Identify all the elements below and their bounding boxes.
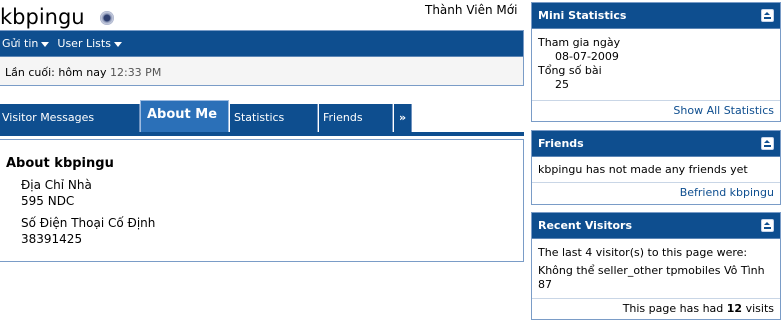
friends-empty-message: kbpingu has not made any friends yet	[538, 163, 748, 176]
field-label: Địa Chỉ Nhà	[21, 178, 92, 192]
recent-visitors-block: Recent Visitors The last 4 visitor(s) to…	[531, 212, 781, 320]
mini-statistics-block: Mini Statistics Tham gia ngày 08-07-2009…	[531, 2, 781, 122]
tab-statistics[interactable]: Statistics	[230, 104, 318, 132]
chevron-down-icon	[41, 41, 50, 47]
friends-header: Friends	[532, 131, 780, 157]
send-message-menu[interactable]: Gửi tin	[2, 37, 50, 50]
tab-divider	[0, 132, 524, 136]
visitor-link[interactable]: Không thể	[538, 264, 594, 277]
profile-field: Số Điện Thoại Cố Định 38391425	[21, 215, 523, 247]
recent-visitors-intro: The last 4 visitor(s) to this page were:	[538, 246, 748, 259]
last-activity-time: 12:33 PM	[109, 66, 162, 79]
last-activity: Lần cuối: hôm nay 12:33 PM	[0, 57, 523, 79]
mini-statistics-title: Mini Statistics	[538, 9, 627, 22]
visit-count-prefix: This page has had	[622, 302, 724, 315]
recent-visitors-body: The last 4 visitor(s) to this page were:…	[532, 239, 780, 298]
visit-count: This page has had 12 visits	[532, 298, 780, 319]
total-posts-label: Tổng số bài	[538, 64, 602, 77]
visit-count-suffix: visits	[745, 302, 774, 315]
profile-username: kbpingu	[0, 5, 85, 29]
tab-friends[interactable]: Friends	[319, 104, 393, 132]
field-label: Số Điện Thoại Cố Định	[21, 216, 156, 230]
visitor-link[interactable]: seller_other	[598, 264, 663, 277]
show-all-statistics-link[interactable]: Show All Statistics	[532, 100, 780, 121]
visitor-link[interactable]: tpmobiles	[666, 264, 720, 277]
user-lists-menu[interactable]: User Lists	[57, 37, 122, 50]
recent-visitors-title: Recent Visitors	[538, 219, 633, 232]
join-date-label: Tham gia ngày	[538, 36, 621, 49]
friends-title: Friends	[538, 137, 584, 150]
send-message-label: Gửi tin	[2, 37, 39, 50]
field-value: 38391425	[21, 232, 83, 246]
user-action-menu: Gửi tin User Lists	[0, 31, 523, 57]
friends-body: kbpingu has not made any friends yet	[532, 157, 780, 182]
visitor-list: Không thể seller_other tpmobiles Vô Tình…	[538, 264, 774, 292]
last-activity-label: Lần cuối: hôm nay	[5, 66, 107, 79]
user-action-bar: Gửi tin User Lists Lần cuối: hôm nay 12:…	[0, 30, 524, 86]
mini-statistics-header: Mini Statistics	[532, 3, 780, 29]
collapse-icon[interactable]	[761, 137, 774, 150]
member-title: Thành Viên Mới	[425, 3, 518, 17]
total-posts-value: 25	[555, 78, 569, 91]
recent-visitors-header: Recent Visitors	[532, 213, 780, 239]
tabs-more-button[interactable]: »	[394, 104, 412, 132]
chevron-down-icon	[113, 41, 122, 47]
friends-block: Friends kbpingu has not made any friends…	[531, 130, 781, 205]
befriend-link[interactable]: Befriend kbpingu	[532, 182, 780, 203]
collapse-icon[interactable]	[761, 9, 774, 22]
mini-statistics-body: Tham gia ngày 08-07-2009 Tổng số bài 25	[532, 29, 780, 100]
profile-field: Địa Chỉ Nhà 595 NDC	[21, 177, 523, 209]
collapse-icon[interactable]	[761, 219, 774, 232]
visit-count-number: 12	[726, 302, 743, 315]
join-date-value: 08-07-2009	[555, 50, 619, 63]
about-heading: About kbpingu	[6, 156, 114, 171]
tab-visitor-messages[interactable]: Visitor Messages	[0, 104, 140, 132]
about-me-panel: About kbpingu Địa Chỉ Nhà 595 NDC Số Điệ…	[0, 139, 524, 262]
online-status-icon	[100, 11, 114, 25]
tab-about-me[interactable]: About Me	[140, 100, 229, 132]
field-value: 595 NDC	[21, 194, 75, 208]
user-lists-label: User Lists	[57, 37, 111, 50]
